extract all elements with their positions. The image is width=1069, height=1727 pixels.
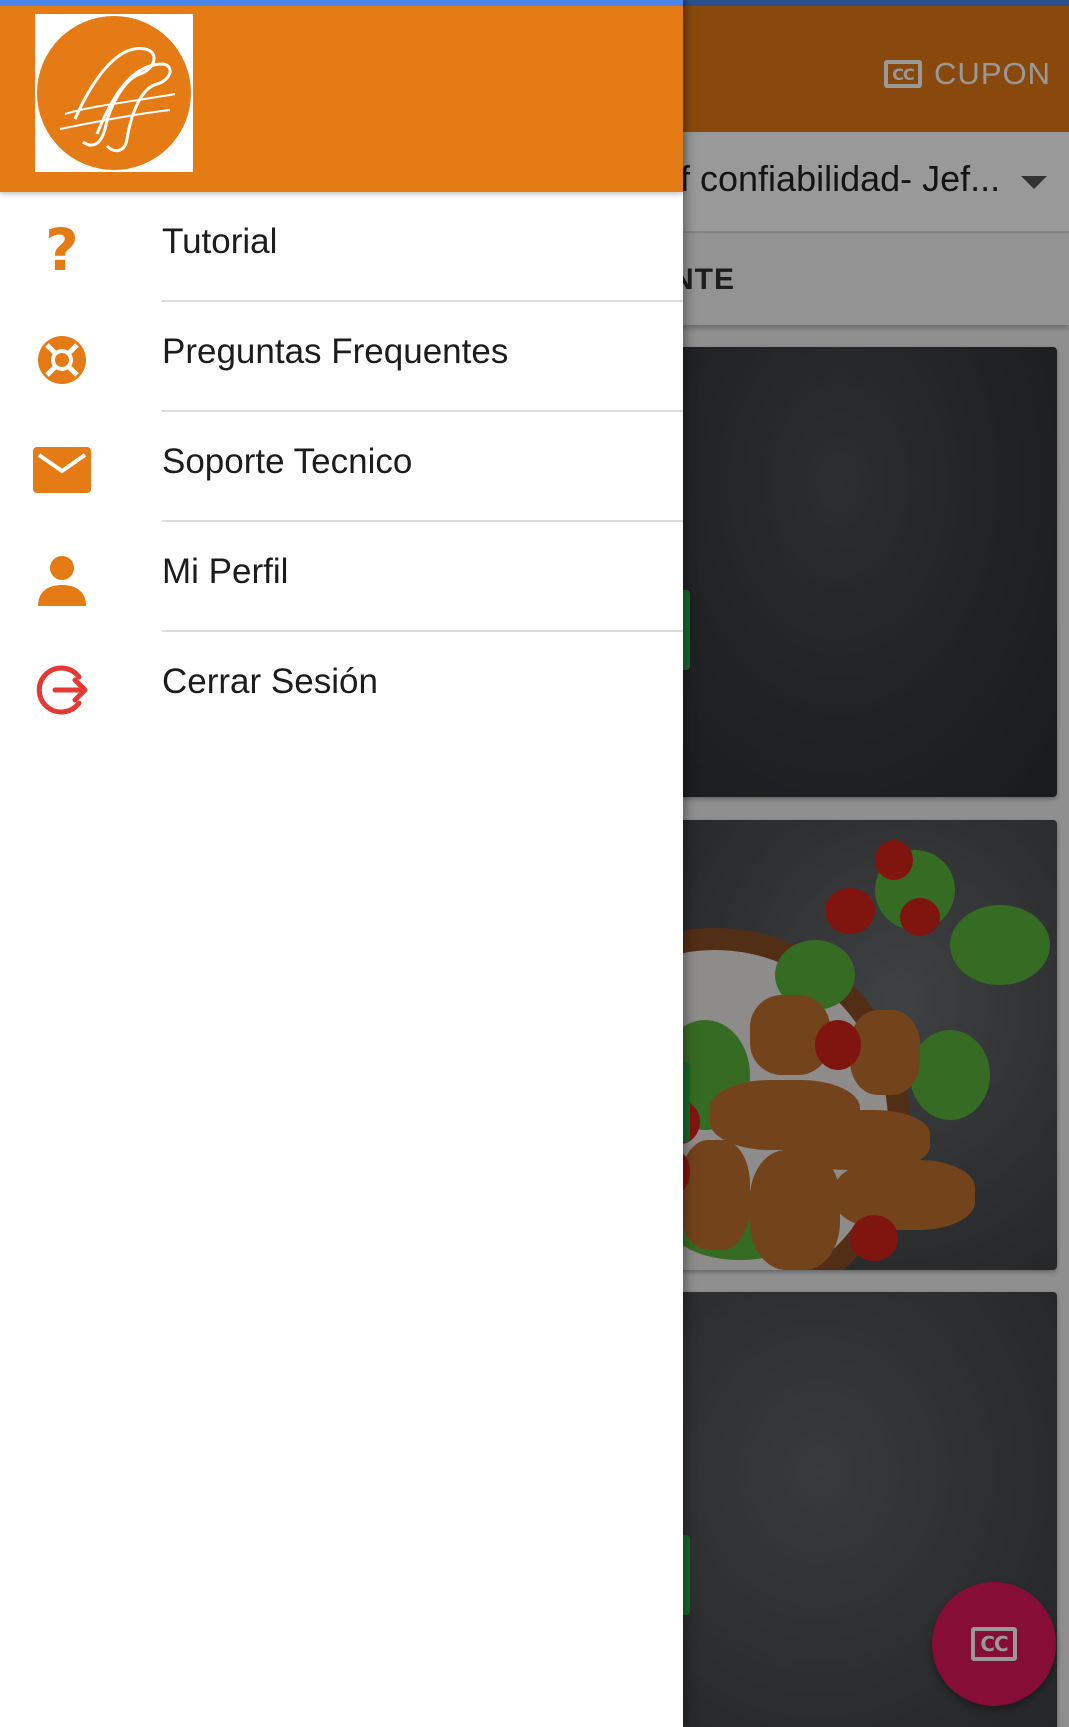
menu-item-label: Tutorial: [162, 222, 278, 261]
menu-item-label: Preguntas Frequentes: [162, 332, 509, 371]
drawer-header: [0, 0, 683, 192]
menu-item-label: Cerrar Sesión: [162, 662, 378, 701]
help-icon: ?: [45, 216, 79, 284]
menu-item-profile[interactable]: Mi Perfil: [0, 522, 683, 632]
drawer-menu: ? Tutorial Preguntas Frequentes Soporte …: [0, 192, 683, 742]
lifebuoy-icon: [32, 330, 92, 390]
menu-item-label: Mi Perfil: [162, 552, 289, 591]
menu-item-tutorial[interactable]: ? Tutorial: [0, 192, 683, 302]
logout-icon: [32, 660, 92, 720]
person-icon: [32, 550, 92, 610]
mail-icon: [32, 440, 92, 500]
menu-item-logout[interactable]: Cerrar Sesión: [0, 632, 683, 742]
menu-item-label: Soporte Tecnico: [162, 442, 413, 481]
menu-item-support[interactable]: Soporte Tecnico: [0, 412, 683, 522]
navigation-drawer: ? Tutorial Preguntas Frequentes Soporte …: [0, 0, 683, 1727]
menu-item-faq[interactable]: Preguntas Frequentes: [0, 302, 683, 412]
ff-logo-icon: [35, 14, 193, 172]
